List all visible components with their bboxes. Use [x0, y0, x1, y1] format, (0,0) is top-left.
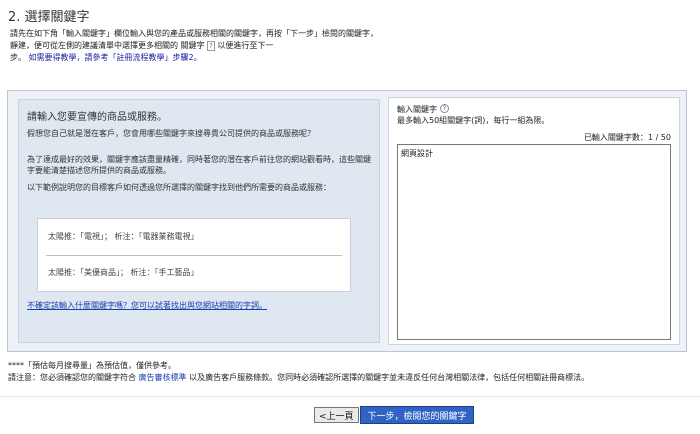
footnote: ****「預估每月搜尋量」為預估值，僅供參考。 — [8, 361, 176, 370]
keyword-panel: 請輸入您要宣傳的商品或服務。 假想您自己就是潛在客戶，您會用哪些關鍵字來搜尋貴公… — [7, 90, 687, 352]
keyword-count: 已輸入關鍵字數：1 / 50 — [584, 132, 671, 143]
guidance-panel: 請輸入您要宣傳的商品或服務。 假想您自己就是潛在客戶，您會用哪些關鍵字來搜尋貴公… — [18, 99, 380, 343]
example-2: 太陽推：「美優商品」； 析注：「手工藝品」 — [48, 268, 199, 277]
question-icon[interactable]: ? — [440, 104, 449, 113]
intro-text: 請先在如下角「輸入關鍵字」欄位輸入與您的產品或服務相關的關鍵字，再按「下一步」檢… — [10, 28, 510, 64]
notice-suffix: 以及廣告客戶服務條款。您同時必須確認所選擇的關鍵字並未違反任何台灣相關法律，包括… — [189, 373, 590, 382]
notice-prefix: 請注意：您必須確認您的關鍵字符合 — [8, 373, 136, 382]
guidance-para-2: 為了達成最好的效果，關鍵字應該盡量精確，同時著您的潛在客戶前往您的網站觀看時，這… — [27, 155, 371, 175]
keyword-entry-panel: 輸入關鍵字? 最多輸入50組關鍵字(詞)，每行一組為限。 已輸入關鍵字數：1 /… — [388, 97, 680, 345]
intro-line2c: 以便進行至下一 — [217, 41, 274, 50]
notice-text: 請注意：您必須確認您的關鍵字符合 廣告審核標準 以及廣告客戶服務條款。您同時必須… — [8, 372, 589, 383]
keyword-input[interactable]: 網頁設計 — [397, 144, 671, 340]
keyword-label-row: 輸入關鍵字? — [397, 104, 449, 115]
step-title: 2. 選擇關鍵字 — [8, 10, 90, 25]
ad-standards-link[interactable]: 廣告審核標準 — [139, 373, 187, 382]
footer-divider — [0, 396, 700, 397]
keyword-help-link[interactable]: 不確定該輸入什麼關鍵字嗎？您可以試著找出與您網站相關的字詞。 — [27, 300, 267, 311]
next-button[interactable]: 下一步，檢閱您的關鍵字 — [360, 406, 474, 424]
help-icon[interactable]: ? — [207, 41, 215, 51]
example-1: 太陽推：「電視」； 析注：「電器業務電視」 — [48, 232, 199, 241]
keyword-count-label: 已輸入關鍵字數： — [583, 133, 648, 142]
intro-line2b: 關鍵字 — [180, 41, 205, 50]
keyword-label: 輸入關鍵字 — [397, 105, 437, 114]
intro-line2a: 靜建，便可從左側的建議清單中選擇更多相關的 — [10, 41, 178, 50]
tutorial-link[interactable]: 如需要得教學，請參考「註冊流程教學」步驟2。 — [29, 53, 202, 62]
guidance-para-3: 以下範例說明您的目標客戶如何透過您所選擇的關鍵字找到他們所需要的商品或服務： — [27, 183, 331, 192]
guidance-para-1: 假想您自己就是潛在客戶，您會用哪些關鍵字來搜尋貴公司提供的商品或服務呢？ — [27, 129, 315, 138]
keyword-count-value: 1 / 50 — [647, 133, 671, 142]
intro-line3a: 步。 — [10, 53, 26, 62]
example-divider — [46, 255, 342, 256]
keyword-limit-text: 最多輸入50組關鍵字(詞)，每行一組為限。 — [397, 116, 550, 125]
intro-line1: 請先在如下角「輸入關鍵字」欄位輸入與您的產品或服務相關的關鍵字，再按「下一步」檢… — [10, 29, 378, 38]
previous-button[interactable]: <上一頁 — [314, 407, 359, 423]
examples-box: 太陽推：「電視」； 析注：「電器業務電視」 太陽推：「美優商品」； 析注：「手工… — [37, 218, 351, 292]
guidance-heading: 請輸入您要宣傳的商品或服務。 — [27, 112, 167, 123]
